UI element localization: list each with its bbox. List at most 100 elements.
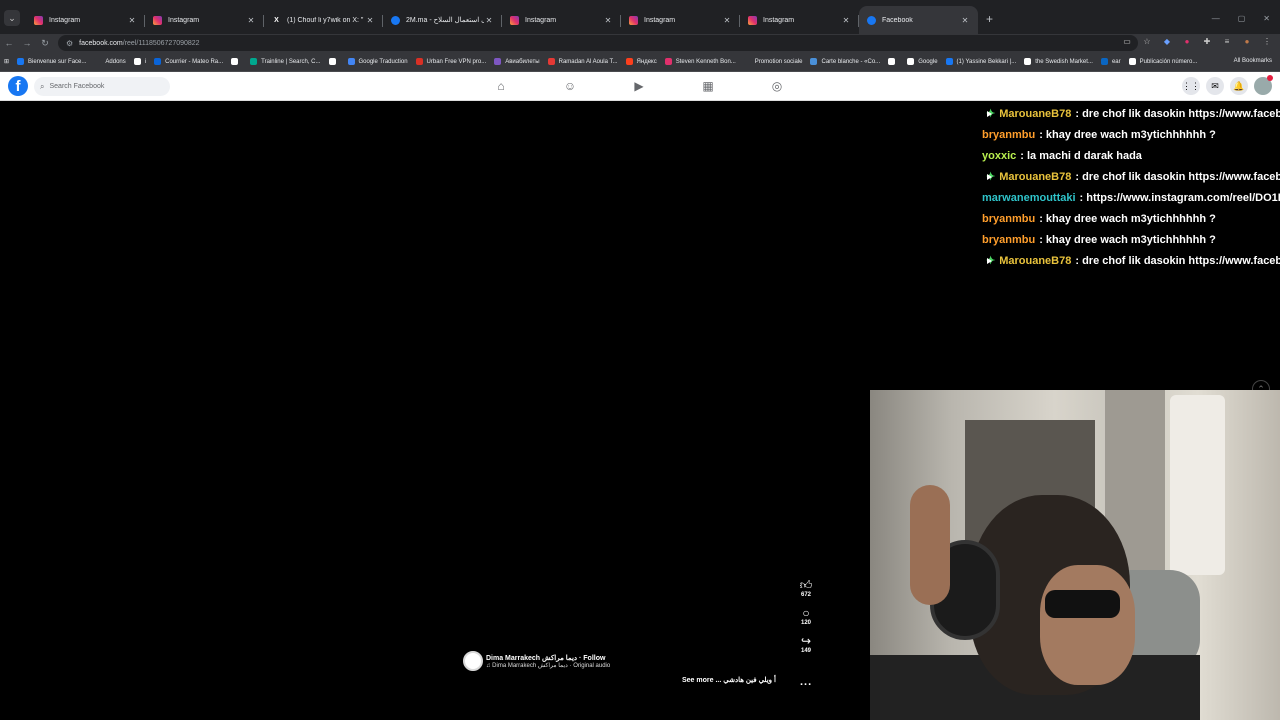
chat-username[interactable]: bryanmbu (982, 213, 1035, 225)
browser-tab[interactable]: Facebook ✕ (859, 6, 978, 34)
audio-link[interactable]: ♫ Dima Marrakech ديما مراكش · Original a… (486, 662, 610, 669)
bookmark-star-icon[interactable]: ☆ (1142, 37, 1152, 47)
bookmark-item[interactable] (888, 58, 899, 65)
browser-tab[interactable]: 2M.ma - إلى استعمال السلاح✕ (383, 6, 502, 34)
reel-actions: 👍︎ 672 ○ 120 ↪ 149 (796, 578, 816, 662)
reel-author: Dima Marrakech ديما مراكش · Follow ♫ Dim… (463, 651, 610, 671)
browser-tab[interactable]: Instagram ✕ (621, 6, 740, 34)
bookmark-label: (1) Yassine Bekkari |... (956, 58, 1017, 65)
friends-icon[interactable]: ☺ (559, 78, 581, 94)
close-tab-icon[interactable]: ✕ (484, 16, 494, 25)
marketplace-icon[interactable]: ▦ (697, 78, 719, 94)
extension-2-icon[interactable]: ● (1182, 37, 1192, 47)
bookmark-item[interactable]: Carte blanche - «Co... (810, 58, 880, 65)
reel-caption[interactable]: See more ... أ ويلي فين هادشي (682, 676, 776, 684)
chat-username[interactable]: yoxxic (982, 150, 1016, 162)
new-tab-button[interactable]: + (986, 12, 993, 26)
bookmark-item[interactable]: Promotion sociale (743, 58, 802, 65)
menu-grid-icon[interactable]: ⋮⋮ (1182, 77, 1200, 95)
bookmark-item[interactable] (231, 58, 242, 65)
bookmark-item[interactable]: ear (1100, 58, 1121, 65)
close-tab-icon[interactable]: ✕ (960, 16, 970, 25)
tab-search-button[interactable]: ⌄ (4, 10, 20, 26)
minimize-icon[interactable]: — (1212, 14, 1220, 23)
chat-text: : dre chof lik dasokin https://www.faceb… (1075, 107, 1280, 120)
bookmark-item[interactable]: Addons (94, 58, 126, 65)
chat-text: : dre chof lik dasokin https://www.faceb… (1075, 170, 1280, 183)
bookmark-item[interactable]: Urban Free VPN pro... (415, 58, 486, 65)
bookmark-label: Carte blanche - «Co... (821, 58, 881, 65)
gaming-icon[interactable]: ◎ (766, 78, 788, 94)
share-button[interactable]: ↪ 149 (796, 634, 816, 654)
close-tab-icon[interactable]: ✕ (841, 16, 851, 25)
more-options-button[interactable]: ... (800, 676, 812, 688)
bookmark-item[interactable]: the Swedish Market... (1024, 58, 1093, 65)
facebook-search[interactable]: ⌕ Search Facebook (34, 77, 170, 96)
bookmarks-bar: ⊞ Bienvenue sur Face... Addons i Courrier -… (0, 52, 1280, 72)
account-avatar[interactable] (1254, 75, 1273, 95)
chat-username[interactable]: bryanmbu (982, 129, 1035, 141)
menu-icon[interactable]: ⋮ (1262, 37, 1272, 47)
instagram-icon (748, 15, 757, 25)
url-text[interactable]: facebook.com/reel/1118506727090822 (79, 40, 199, 47)
tab-title: Instagram (168, 16, 200, 24)
facebook-logo[interactable]: f (8, 76, 28, 96)
bookmark-item[interactable]: Publicación número... (1128, 58, 1197, 65)
video-icon[interactable]: ▶ (628, 78, 650, 94)
bookmark-item[interactable]: Google (907, 58, 938, 65)
back-icon[interactable]: ← (0, 38, 18, 48)
comment-button[interactable]: ○ 120 (796, 606, 816, 626)
browser-tab[interactable]: X (1) Chouf li y7wik on X: " ✕ (264, 6, 383, 34)
browser-tab[interactable]: Instagram ✕ (502, 6, 621, 34)
close-window-icon[interactable]: ✕ (1263, 14, 1270, 23)
home-icon[interactable]: ⌂ (490, 78, 512, 94)
chat-username[interactable]: MarouaneB78 (999, 171, 1071, 183)
tab-strip: ⌄ Instagram ✕ Instagram ✕ X (1) Chouf li y7wi… (0, 0, 1280, 34)
bookmark-item[interactable]: Ramadan Al Aoula T... (547, 58, 618, 65)
close-tab-icon[interactable]: ✕ (365, 16, 375, 25)
bookmark-label: Steven Kenneth Bon... (675, 58, 736, 65)
close-tab-icon[interactable]: ✕ (603, 16, 613, 25)
bookmark-item[interactable]: Яндекс (625, 58, 657, 65)
all-bookmarks[interactable]: All Bookmarks (1234, 58, 1272, 64)
reload-icon[interactable]: ↻ (36, 38, 54, 49)
author-avatar[interactable] (463, 651, 483, 671)
browser-tab[interactable]: Instagram ✕ (740, 6, 859, 34)
cast-icon[interactable]: ▭ (1122, 37, 1132, 47)
notifications-icon[interactable]: 🔔 (1230, 77, 1248, 95)
close-tab-icon[interactable]: ✕ (127, 16, 137, 25)
author-name[interactable]: Dima Marrakech ديما مراكش (486, 655, 577, 662)
chat-username[interactable]: marwanemouttaki (982, 192, 1076, 204)
bookmark-item[interactable]: i (133, 58, 146, 65)
bookmark-favicon-icon (1128, 58, 1136, 65)
address-bar[interactable]: ⚙ facebook.com/reel/1118506727090822 (58, 35, 1138, 51)
browser-tab[interactable]: Instagram ✕ (26, 6, 145, 34)
follow-link[interactable]: · Follow (579, 655, 605, 662)
profile-icon[interactable]: ● (1242, 37, 1252, 47)
chat-username[interactable]: MarouaneB78 (999, 255, 1071, 267)
bookmark-item[interactable]: Bienvenue sur Face... (17, 58, 86, 65)
chat-username[interactable]: MarouaneB78 (999, 108, 1071, 120)
bookmark-item[interactable]: Авиабилеты (494, 58, 540, 65)
messenger-icon[interactable]: ✉ (1206, 77, 1224, 95)
bookmark-favicon-icon (494, 58, 502, 65)
apps-icon[interactable]: ⊞ (4, 58, 9, 65)
bookmark-item[interactable]: (1) Yassine Bekkari |... (945, 58, 1017, 65)
forward-icon[interactable]: → (18, 38, 36, 48)
bookmark-item[interactable]: Google Traduction (347, 58, 408, 65)
bookmark-item[interactable]: Steven Kenneth Bon... (664, 58, 736, 65)
bookmark-item[interactable]: Trainline | Search, C... (250, 58, 321, 65)
chat-message: ✦MarouaneB78: dre chof lik dasokin https… (982, 103, 1280, 124)
browser-tab[interactable]: Instagram ✕ (145, 6, 264, 34)
site-info-icon[interactable]: ⚙ (66, 39, 73, 48)
media-icon[interactable]: ≡ (1222, 37, 1232, 47)
close-tab-icon[interactable]: ✕ (246, 16, 256, 25)
close-tab-icon[interactable]: ✕ (722, 16, 732, 25)
extensions-puzzle-icon[interactable]: ✚ (1202, 37, 1212, 47)
bookmark-item[interactable] (328, 58, 340, 65)
maximize-icon[interactable]: ▢ (1238, 14, 1246, 23)
bookmark-item[interactable]: Courrier - Mateo Ra... (154, 58, 223, 65)
extension-icon[interactable]: ◆ (1162, 37, 1172, 47)
like-button[interactable]: 👍︎ 672 (796, 578, 816, 598)
chat-username[interactable]: bryanmbu (982, 234, 1035, 246)
